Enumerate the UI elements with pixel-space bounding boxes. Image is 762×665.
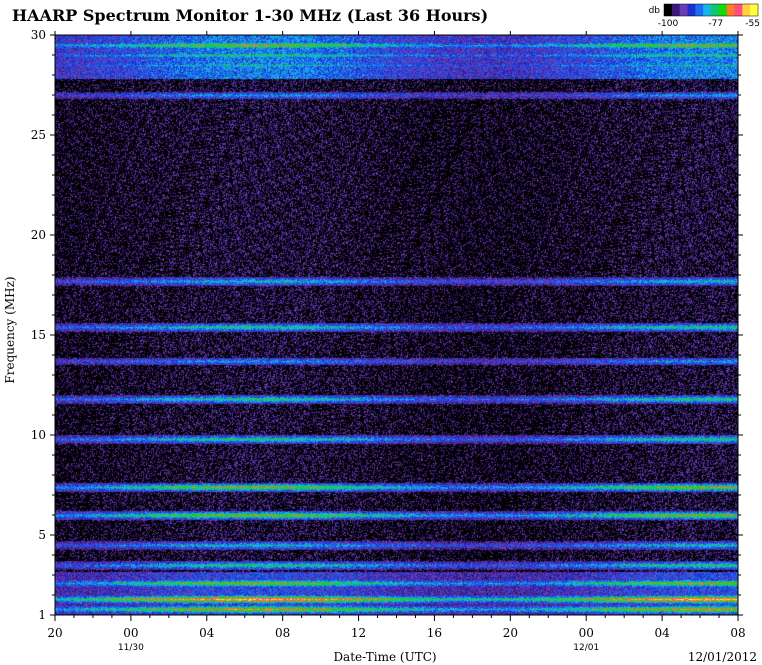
colorbar-swatch bbox=[679, 4, 688, 16]
x-tick-label: 04 bbox=[654, 626, 670, 640]
spectrogram-image bbox=[55, 35, 738, 615]
y-tick-label: 5 bbox=[38, 528, 46, 542]
y-tick-label: 1 bbox=[38, 608, 46, 622]
x-tick-label: 00 bbox=[579, 626, 594, 640]
x-tick-label: 20 bbox=[47, 626, 62, 640]
date-stamp: 12/01/2012 bbox=[688, 650, 757, 664]
y-tick-label: 10 bbox=[31, 428, 46, 442]
plot-area bbox=[54, 34, 739, 616]
x-tick-label: 08 bbox=[275, 626, 290, 640]
x-tick-label: 08 bbox=[730, 626, 745, 640]
colorbar-swatch bbox=[726, 4, 735, 16]
colorbar-tick-label: -55 bbox=[745, 19, 760, 29]
x-axis-label: Date-Time (UTC) bbox=[333, 650, 436, 664]
y-tick-label: 15 bbox=[31, 328, 46, 342]
colorbar: db -100 -77 -55 bbox=[649, 3, 760, 29]
y-axis-label: Frequency (MHz) bbox=[3, 276, 17, 383]
x-tick-label: 04 bbox=[199, 626, 215, 640]
colorbar-swatch bbox=[695, 4, 704, 16]
spectrogram-chart: 15101520253020 00 04 08 12 16 20 00 04 0811/30 12/… bbox=[3, 3, 760, 664]
y-tick-label: 20 bbox=[31, 228, 46, 242]
x-tick-label: 16 bbox=[427, 626, 442, 640]
y-tick-label: 30 bbox=[31, 28, 46, 42]
x-tick-label: 20 bbox=[503, 626, 518, 640]
colorbar-swatch bbox=[750, 4, 759, 16]
colorbar-swatch bbox=[671, 4, 681, 16]
x-date-label: 12/01 bbox=[573, 643, 599, 653]
colorbar-tick-label: -100 bbox=[658, 19, 679, 29]
colorbar-swatch bbox=[664, 4, 673, 16]
colorbar-swatch bbox=[742, 4, 751, 16]
x-tick-label: 12 bbox=[351, 626, 366, 640]
colorbar-swatch bbox=[718, 4, 728, 16]
colorbar-swatch bbox=[734, 4, 743, 16]
colorbar-tick-label: -77 bbox=[708, 19, 723, 29]
colorbar-label: db bbox=[649, 6, 661, 16]
colorbar-swatch bbox=[687, 4, 696, 16]
x-tick-label: 00 bbox=[123, 626, 138, 640]
colorbar-swatch bbox=[703, 4, 712, 16]
y-tick-label: 25 bbox=[31, 128, 46, 142]
colorbar-swatch bbox=[711, 4, 720, 16]
x-date-label: 11/30 bbox=[118, 643, 144, 653]
